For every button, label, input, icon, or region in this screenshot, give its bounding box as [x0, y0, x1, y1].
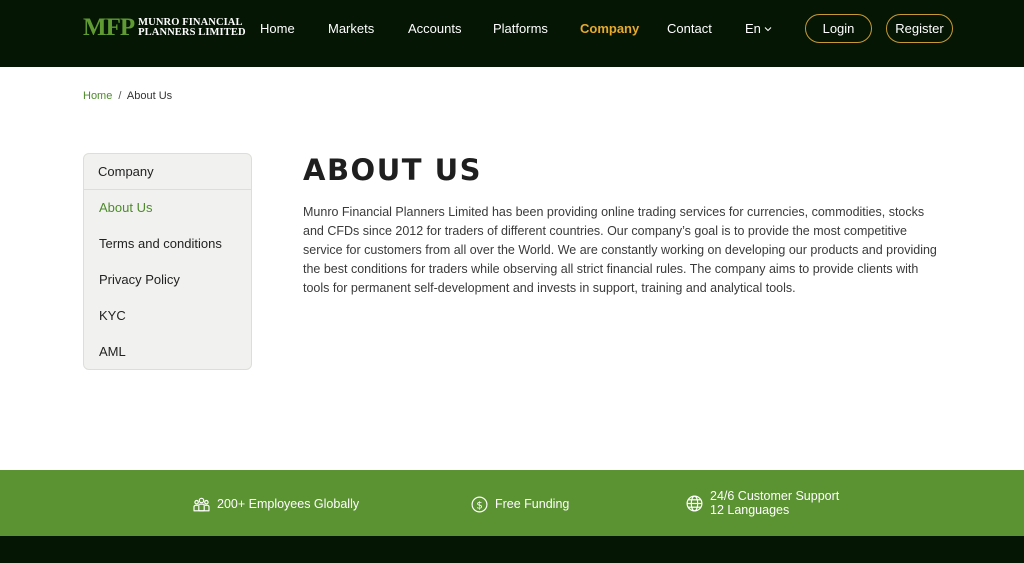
logo-name-line2: PLANNERS LIMITED — [138, 27, 246, 38]
feature-support-line1: 24/6 Customer Support — [710, 489, 840, 503]
sidebar-item-terms[interactable]: Terms and conditions — [99, 236, 222, 252]
dollar-coin-icon: $ — [470, 495, 488, 513]
footer-bar — [0, 536, 1024, 563]
chevron-down-icon — [764, 27, 772, 32]
breadcrumb-separator: / — [118, 90, 122, 102]
language-selector[interactable]: En — [745, 21, 772, 37]
feature-support-line2: 12 Languages — [710, 503, 790, 517]
nav-home[interactable]: Home — [260, 21, 295, 37]
feature-support-text: 24/6 Customer Support 12 Languages — [710, 489, 839, 517]
feature-funding-label: Free Funding — [495, 497, 570, 511]
brand-logo[interactable]: MFP MUNRO FINANCIAL PLANNERS LIMITED — [83, 14, 246, 41]
about-paragraph: Munro Financial Planners Limited has bee… — [303, 205, 937, 295]
nav-accounts[interactable]: Accounts — [408, 21, 461, 37]
nav-markets[interactable]: Markets — [328, 21, 374, 37]
globe-icon — [685, 494, 703, 512]
site-header: MFP MUNRO FINANCIAL PLANNERS LIMITED Hom… — [0, 0, 1024, 67]
sidebar-item-aml[interactable]: AML — [99, 344, 126, 360]
sidebar-item-kyc[interactable]: KYC — [99, 308, 126, 324]
sidebar-item-privacy-policy[interactable]: Privacy Policy — [99, 272, 180, 288]
breadcrumb-current: About Us — [126, 90, 173, 102]
company-sidebar: Company About Us Terms and conditions Pr… — [83, 153, 252, 370]
language-label: En — [745, 21, 761, 36]
feature-employees: 200+ Employees Globally — [192, 495, 359, 513]
feature-support: 24/6 Customer Support 12 Languages — [685, 489, 839, 517]
feature-employees-label: 200+ Employees Globally — [217, 497, 360, 511]
login-button[interactable]: Login — [805, 14, 872, 43]
nav-platforms[interactable]: Platforms — [493, 21, 548, 37]
logo-mark: MFP — [83, 14, 135, 41]
svg-text:$: $ — [476, 500, 482, 511]
register-button[interactable]: Register — [886, 14, 953, 43]
page-title: ABOUT US — [303, 153, 483, 187]
team-icon — [192, 495, 210, 513]
feature-funding: $ Free Funding — [470, 495, 569, 513]
nav-company[interactable]: Company — [580, 21, 639, 37]
logo-company-name: MUNRO FINANCIAL PLANNERS LIMITED — [138, 17, 246, 38]
sidebar-item-about-us[interactable]: About Us — [99, 200, 152, 216]
sidebar-heading: Company — [84, 154, 251, 190]
nav-contact[interactable]: Contact — [667, 21, 712, 37]
features-band: 200+ Employees Globally $ Free Funding 2… — [0, 470, 1024, 536]
breadcrumb: Home / About Us — [83, 90, 172, 103]
breadcrumb-home-link[interactable]: Home — [83, 90, 112, 102]
